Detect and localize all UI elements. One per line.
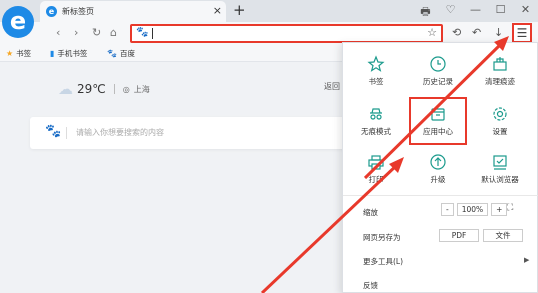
save-as-buttons: PDF 文件 bbox=[439, 229, 523, 242]
zoom-out-button[interactable]: - bbox=[441, 203, 454, 216]
menu-item-bookmarks[interactable]: 书签 bbox=[347, 51, 405, 95]
divider bbox=[113, 84, 115, 94]
tab-new-tab[interactable]: e 新标签页 × bbox=[40, 1, 226, 22]
bookmark-label: 百度 bbox=[119, 49, 135, 58]
cloud-icon: ☁ bbox=[58, 80, 73, 98]
extensions-icon[interactable]: ⟲ bbox=[452, 26, 461, 39]
zoom-label: 缩放 bbox=[363, 208, 378, 217]
bookmark-label: 手机书签 bbox=[57, 49, 88, 58]
address-bar[interactable]: 🐾 ☆ bbox=[130, 24, 443, 43]
app-center-icon bbox=[431, 108, 445, 121]
upgrade-icon bbox=[430, 154, 446, 170]
printer-icon bbox=[368, 155, 384, 170]
zoom-in-button[interactable]: + bbox=[491, 203, 508, 216]
menu-item-label: 清理痕迹 bbox=[485, 77, 515, 86]
forward-button[interactable]: › bbox=[74, 26, 78, 39]
menu-item-feedback[interactable]: 反馈 bbox=[363, 280, 378, 291]
default-browser-icon bbox=[493, 155, 507, 170]
divider bbox=[66, 127, 67, 139]
refresh-button[interactable]: ↻ bbox=[92, 26, 101, 39]
minimize-button[interactable]: — bbox=[469, 3, 482, 22]
back-button[interactable]: ‹ bbox=[56, 26, 60, 39]
weather-widget[interactable]: ☁ 29℃ ◎ 上海 bbox=[58, 80, 150, 98]
bookmark-item-mobile[interactable]: ▮ 手机书签 bbox=[50, 48, 87, 59]
incognito-icon bbox=[370, 108, 382, 120]
zoom-value: 100% bbox=[456, 203, 489, 216]
bookmark-star-icon[interactable]: ☆ bbox=[427, 26, 437, 39]
menu-divider bbox=[343, 195, 538, 196]
main-menu-button[interactable]: ☰ bbox=[512, 23, 532, 43]
baidu-paw-icon: 🐾 bbox=[136, 27, 149, 38]
location-pin-icon: ◎ bbox=[122, 84, 130, 94]
main-menu-dropdown: 书签 历史记录 清理痕迹 无痕模式 应用中心 设置 打印 升级 默认浏览器 缩放… bbox=[342, 42, 538, 293]
home-button[interactable]: ⌂ bbox=[110, 26, 117, 39]
download-icon[interactable]: ↓ bbox=[494, 26, 503, 39]
undo-close-icon[interactable]: ↶ bbox=[472, 26, 481, 39]
menu-item-incognito[interactable]: 无痕模式 bbox=[347, 101, 405, 145]
tab-close-icon[interactable]: × bbox=[213, 4, 222, 17]
menu-item-settings[interactable]: 设置 bbox=[471, 101, 529, 145]
tab-title: 新标签页 bbox=[62, 7, 94, 16]
text-caret bbox=[152, 28, 153, 39]
new-tab-button[interactable]: + bbox=[233, 1, 246, 19]
menu-item-label: 打印 bbox=[368, 175, 384, 184]
gear-icon bbox=[493, 107, 507, 121]
baidu-paw-icon: 🐾 bbox=[45, 124, 62, 139]
bookmark-label: 书签 bbox=[16, 49, 32, 58]
city-name: 上海 bbox=[133, 84, 150, 94]
menu-item-label: 设置 bbox=[492, 127, 508, 136]
menu-item-label: 默认浏览器 bbox=[481, 175, 519, 184]
browser-logo-icon: e bbox=[2, 6, 34, 38]
maximize-button[interactable]: ☐ bbox=[494, 3, 507, 22]
skin-icon[interactable]: ♡ bbox=[444, 3, 457, 22]
bookmark-item-bookmarks[interactable]: ★ 书签 bbox=[6, 48, 31, 59]
zoom-control: - 100% + bbox=[441, 203, 508, 216]
search-box[interactable]: 🐾 请输入你想要搜索的内容 bbox=[30, 117, 350, 149]
title-bar: e 新标签页 × + 🖶 ♡ — ☐ ✕ bbox=[0, 0, 538, 22]
phone-icon: ▮ bbox=[50, 49, 55, 58]
fullscreen-icon[interactable]: ⛶ bbox=[507, 203, 513, 213]
menu-item-app-center[interactable]: 应用中心 bbox=[409, 97, 467, 145]
menu-item-upgrade[interactable]: 升级 bbox=[409, 149, 467, 193]
save-file-button[interactable]: 文件 bbox=[483, 229, 523, 242]
menu-item-more-tools[interactable]: 更多工具(L) bbox=[363, 256, 403, 267]
print-icon[interactable]: 🖶 bbox=[419, 3, 432, 22]
menu-item-history[interactable]: 历史记录 bbox=[409, 51, 467, 95]
menu-item-label: 历史记录 bbox=[423, 77, 453, 86]
broom-icon bbox=[493, 57, 507, 71]
star-icon: ★ bbox=[6, 49, 14, 58]
window-controls: 🖶 ♡ — ☐ ✕ bbox=[419, 3, 532, 22]
close-window-button[interactable]: ✕ bbox=[519, 3, 532, 22]
temperature: 29℃ bbox=[77, 82, 106, 96]
clock-icon bbox=[430, 56, 446, 72]
save-pdf-button[interactable]: PDF bbox=[439, 229, 479, 242]
menu-item-label: 升级 bbox=[430, 175, 446, 184]
baidu-paw-icon: 🐾 bbox=[107, 49, 117, 58]
menu-item-print[interactable]: 打印 bbox=[347, 149, 405, 193]
menu-item-default-browser[interactable]: 默认浏览器 bbox=[471, 149, 529, 193]
menu-item-label: 无痕模式 bbox=[361, 127, 391, 136]
bookmark-item-baidu[interactable]: 🐾 百度 bbox=[107, 48, 135, 59]
browser-favicon-icon: e bbox=[46, 6, 57, 17]
menu-item-clear-traces[interactable]: 清理痕迹 bbox=[471, 51, 529, 95]
star-icon bbox=[367, 55, 385, 72]
back-link[interactable]: 返回 bbox=[324, 81, 340, 92]
save-as-label: 网页另存为 bbox=[363, 233, 401, 242]
menu-item-label: 应用中心 bbox=[423, 127, 453, 136]
search-input[interactable]: 请输入你想要搜索的内容 bbox=[76, 127, 164, 138]
chevron-right-icon: ▶ bbox=[524, 256, 530, 264]
menu-item-label: 书签 bbox=[368, 77, 384, 86]
